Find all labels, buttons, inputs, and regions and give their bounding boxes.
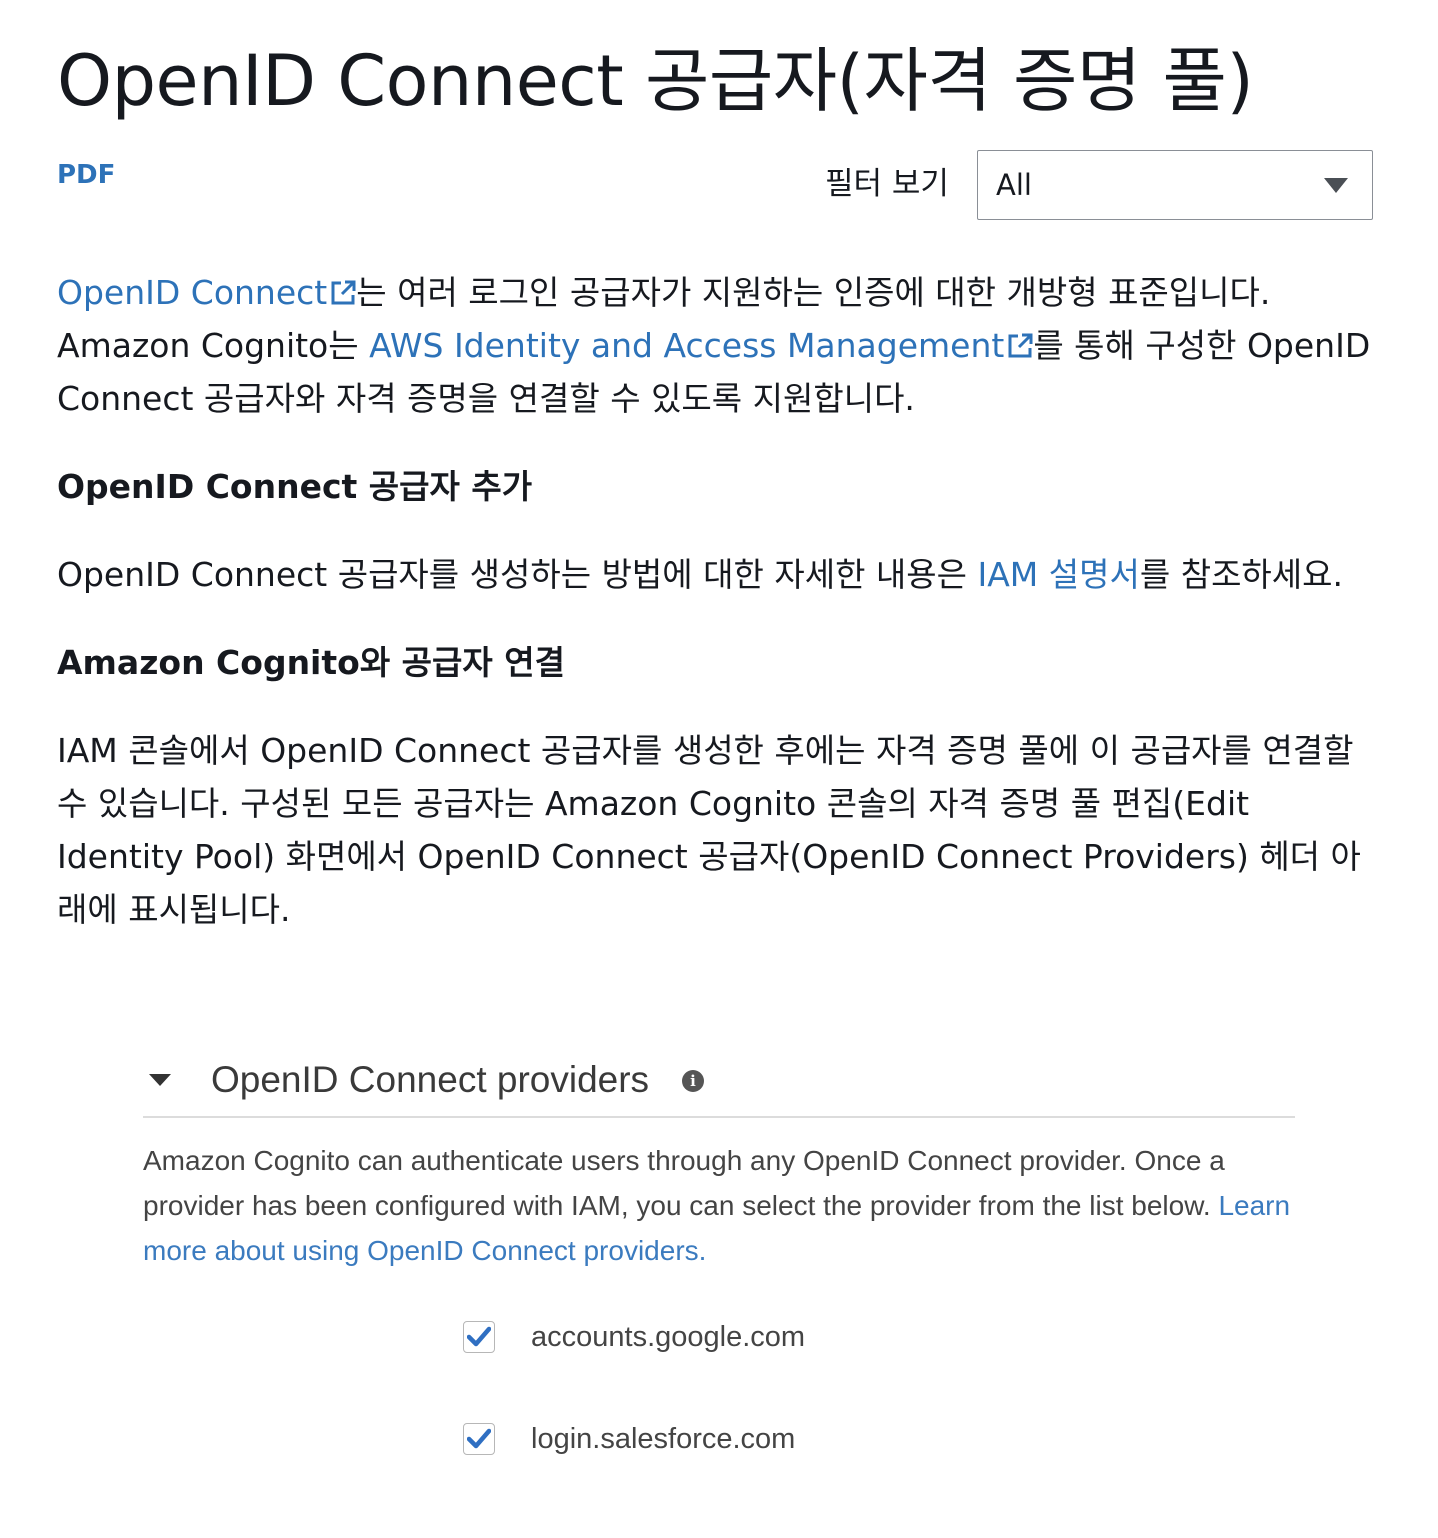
iam-docs-link[interactable]: IAM 설명서 (978, 555, 1140, 594)
checkmark-icon (467, 1326, 491, 1347)
openid-connect-link[interactable]: OpenID Connect (57, 273, 356, 312)
collapse-caret-icon[interactable] (149, 1074, 171, 1086)
panel-title: OpenID Connect providers (211, 1059, 650, 1100)
section-add-text-after: 를 참조하세요. (1139, 555, 1343, 594)
info-icon[interactable]: i (682, 1070, 704, 1092)
panel-description: Amazon Cognito can authenticate users th… (143, 1138, 1293, 1273)
aws-iam-link[interactable]: AWS Identity and Access Management (369, 326, 1033, 365)
provider-row: login.salesforce.com (463, 1420, 795, 1458)
section-add-heading: OpenID Connect 공급자 추가 (57, 467, 533, 506)
openid-providers-panel: OpenID Connect providers i Amazon Cognit… (143, 1050, 1295, 1510)
aws-iam-link-text: AWS Identity and Access Management (369, 326, 1005, 365)
intro-paragraph: OpenID Connect 는 여러 로그인 공급자가 지원하는 인증에 대한 … (57, 266, 1377, 425)
section-associate-heading: Amazon Cognito와 공급자 연결 (57, 643, 565, 682)
external-link-icon (330, 280, 356, 306)
filter-select[interactable]: All (977, 150, 1373, 220)
provider-checkbox[interactable] (463, 1321, 495, 1353)
filter-label: 필터 보기 (825, 166, 949, 202)
checkmark-icon (467, 1428, 491, 1449)
section-add-paragraph: OpenID Connect 공급자를 생성하는 방법에 대한 자세한 내용은 … (57, 548, 1343, 601)
provider-label: accounts.google.com (531, 1321, 806, 1353)
openid-connect-link-text: OpenID Connect (57, 273, 328, 312)
page-title: OpenID Connect 공급자(자격 증명 풀) (57, 40, 1254, 122)
external-link-icon (1007, 333, 1033, 359)
panel-header[interactable]: OpenID Connect providers i (143, 1050, 1295, 1118)
caret-down-icon (1324, 178, 1348, 193)
section-add-text-before: OpenID Connect 공급자를 생성하는 방법에 대한 자세한 내용은 (57, 555, 978, 594)
provider-checkbox[interactable] (463, 1423, 495, 1455)
section-associate-paragraph: IAM 콘솔에서 OpenID Connect 공급자를 생성한 후에는 자격 … (57, 731, 1361, 929)
pdf-link[interactable]: PDF (57, 158, 115, 192)
provider-row: accounts.google.com (463, 1318, 805, 1356)
provider-label: login.salesforce.com (531, 1423, 796, 1455)
filter-selected-value: All (996, 168, 1032, 202)
panel-description-text: Amazon Cognito can authenticate users th… (143, 1145, 1225, 1221)
